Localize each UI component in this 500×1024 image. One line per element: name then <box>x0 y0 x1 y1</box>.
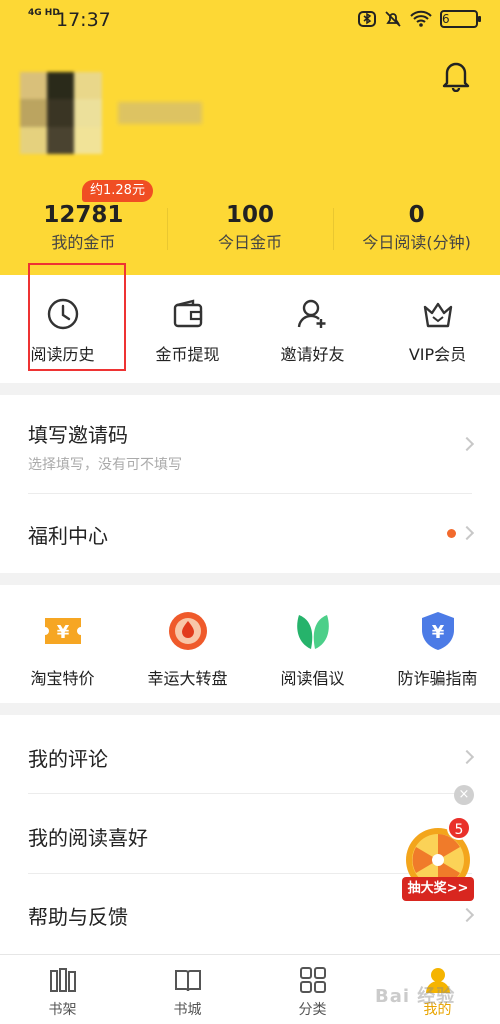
feature-anti-fraud[interactable]: ¥ 防诈骗指南 <box>375 585 500 703</box>
avatar[interactable] <box>20 72 102 154</box>
quick-label: 金币提现 <box>155 345 220 364</box>
quick-label: 邀请好友 <box>280 345 345 364</box>
row-title: 福利中心 <box>28 524 108 548</box>
tab-category[interactable]: 分类 <box>250 955 375 1024</box>
lottery-button[interactable]: 抽大奖>> <box>402 877 474 901</box>
feature-grid: ¥ 淘宝特价 幸运大转盘 阅读倡议 ¥ 防诈骗指南 <box>0 585 500 703</box>
stat-label: 我的金币 <box>51 233 116 252</box>
tab-label: 分类 <box>298 1002 327 1018</box>
watermark: Bai 经验 <box>375 986 456 1007</box>
username-blurred <box>118 102 202 124</box>
status-icons: 6 <box>358 10 481 28</box>
grid-label: 阅读倡议 <box>280 669 345 688</box>
coupon-icon: ¥ <box>44 618 81 644</box>
quick-vip[interactable]: VIP会员 <box>375 275 500 383</box>
stats-row: 12781 我的金币 100 今日金币 0 今日阅读(分钟) <box>0 200 500 260</box>
crown-icon <box>423 302 452 328</box>
row-my-comments[interactable]: 我的评论 <box>0 715 500 793</box>
tab-label: 书架 <box>48 1002 77 1018</box>
book-icon <box>174 970 201 992</box>
menu-card-invite: 填写邀请码 选择填写，没有可不填写 福利中心 <box>0 395 500 573</box>
grid-label: 淘宝特价 <box>30 669 95 688</box>
stat-value: 12781 <box>43 202 124 228</box>
stat-label: 今日金币 <box>218 233 283 252</box>
battery-icon: 6 <box>440 10 481 28</box>
quick-withdraw[interactable]: 金币提现 <box>125 275 250 383</box>
row-invite-code[interactable]: 填写邀请码 选择填写，没有可不填写 <box>0 395 500 493</box>
row-subtitle: 选择填写，没有可不填写 <box>28 457 182 473</box>
stat-label: 今日阅读(分钟) <box>362 233 471 252</box>
stat-value: 0 <box>408 202 425 228</box>
chevron-right-icon <box>459 749 475 765</box>
quick-invite-friends[interactable]: 邀请好友 <box>250 275 375 383</box>
row-title: 填写邀请码 <box>28 423 128 447</box>
add-user-icon <box>297 299 325 328</box>
notification-dot <box>447 529 456 538</box>
shield-icon: ¥ <box>421 612 454 650</box>
stat-my-coins[interactable]: 12781 我的金币 <box>0 200 167 260</box>
leaf-icon <box>296 615 329 649</box>
mute-icon <box>384 10 402 28</box>
wifi-icon <box>410 10 432 28</box>
grid-label: 防诈骗指南 <box>397 669 478 688</box>
svg-text:¥: ¥ <box>431 622 444 643</box>
chevron-right-icon <box>459 436 475 452</box>
feature-lucky-wheel[interactable]: 幸运大转盘 <box>125 585 250 703</box>
tab-label: 书城 <box>173 1002 202 1018</box>
coin-value-badge: 约1.28元 <box>82 180 153 202</box>
grid-icon <box>299 967 326 993</box>
annotation-highlight-box <box>28 263 126 371</box>
row-welfare-center[interactable]: 福利中心 <box>0 494 500 573</box>
stat-value: 100 <box>226 202 275 228</box>
tab-bookshelf[interactable]: 书架 <box>0 955 125 1024</box>
profile-header: 4G HD 17:37 6 约1.28元 12781 我的金币 100 今日金币… <box>0 0 500 275</box>
row-title: 我的阅读喜好 <box>28 826 148 850</box>
bookshelf-icon <box>49 968 76 992</box>
battery-level: 6 <box>440 10 481 28</box>
grid-label: 幸运大转盘 <box>147 669 228 688</box>
svg-text:¥: ¥ <box>56 622 69 643</box>
wallet-icon <box>173 299 202 328</box>
tab-bookstore[interactable]: 书城 <box>125 955 250 1024</box>
row-title: 我的评论 <box>28 747 108 771</box>
stat-today-coins[interactable]: 100 今日金币 <box>166 200 334 260</box>
feature-taobao-deals[interactable]: ¥ 淘宝特价 <box>0 585 125 703</box>
quick-label: VIP会员 <box>408 345 467 364</box>
wheel-icon <box>168 612 207 650</box>
feature-reading-initiative[interactable]: 阅读倡议 <box>250 585 375 703</box>
status-time: 17:37 <box>56 9 111 31</box>
close-icon[interactable]: × <box>454 785 474 805</box>
bluetooth-icon <box>358 10 376 28</box>
chevron-right-icon <box>459 525 475 541</box>
status-bar: 4G HD 17:37 6 <box>0 0 500 40</box>
stat-today-reading[interactable]: 0 今日阅读(分钟) <box>333 200 500 260</box>
row-title: 帮助与反馈 <box>28 905 128 929</box>
bell-icon[interactable] <box>440 58 472 92</box>
chevron-right-icon <box>459 907 475 923</box>
lottery-count-badge: 5 <box>447 816 471 840</box>
